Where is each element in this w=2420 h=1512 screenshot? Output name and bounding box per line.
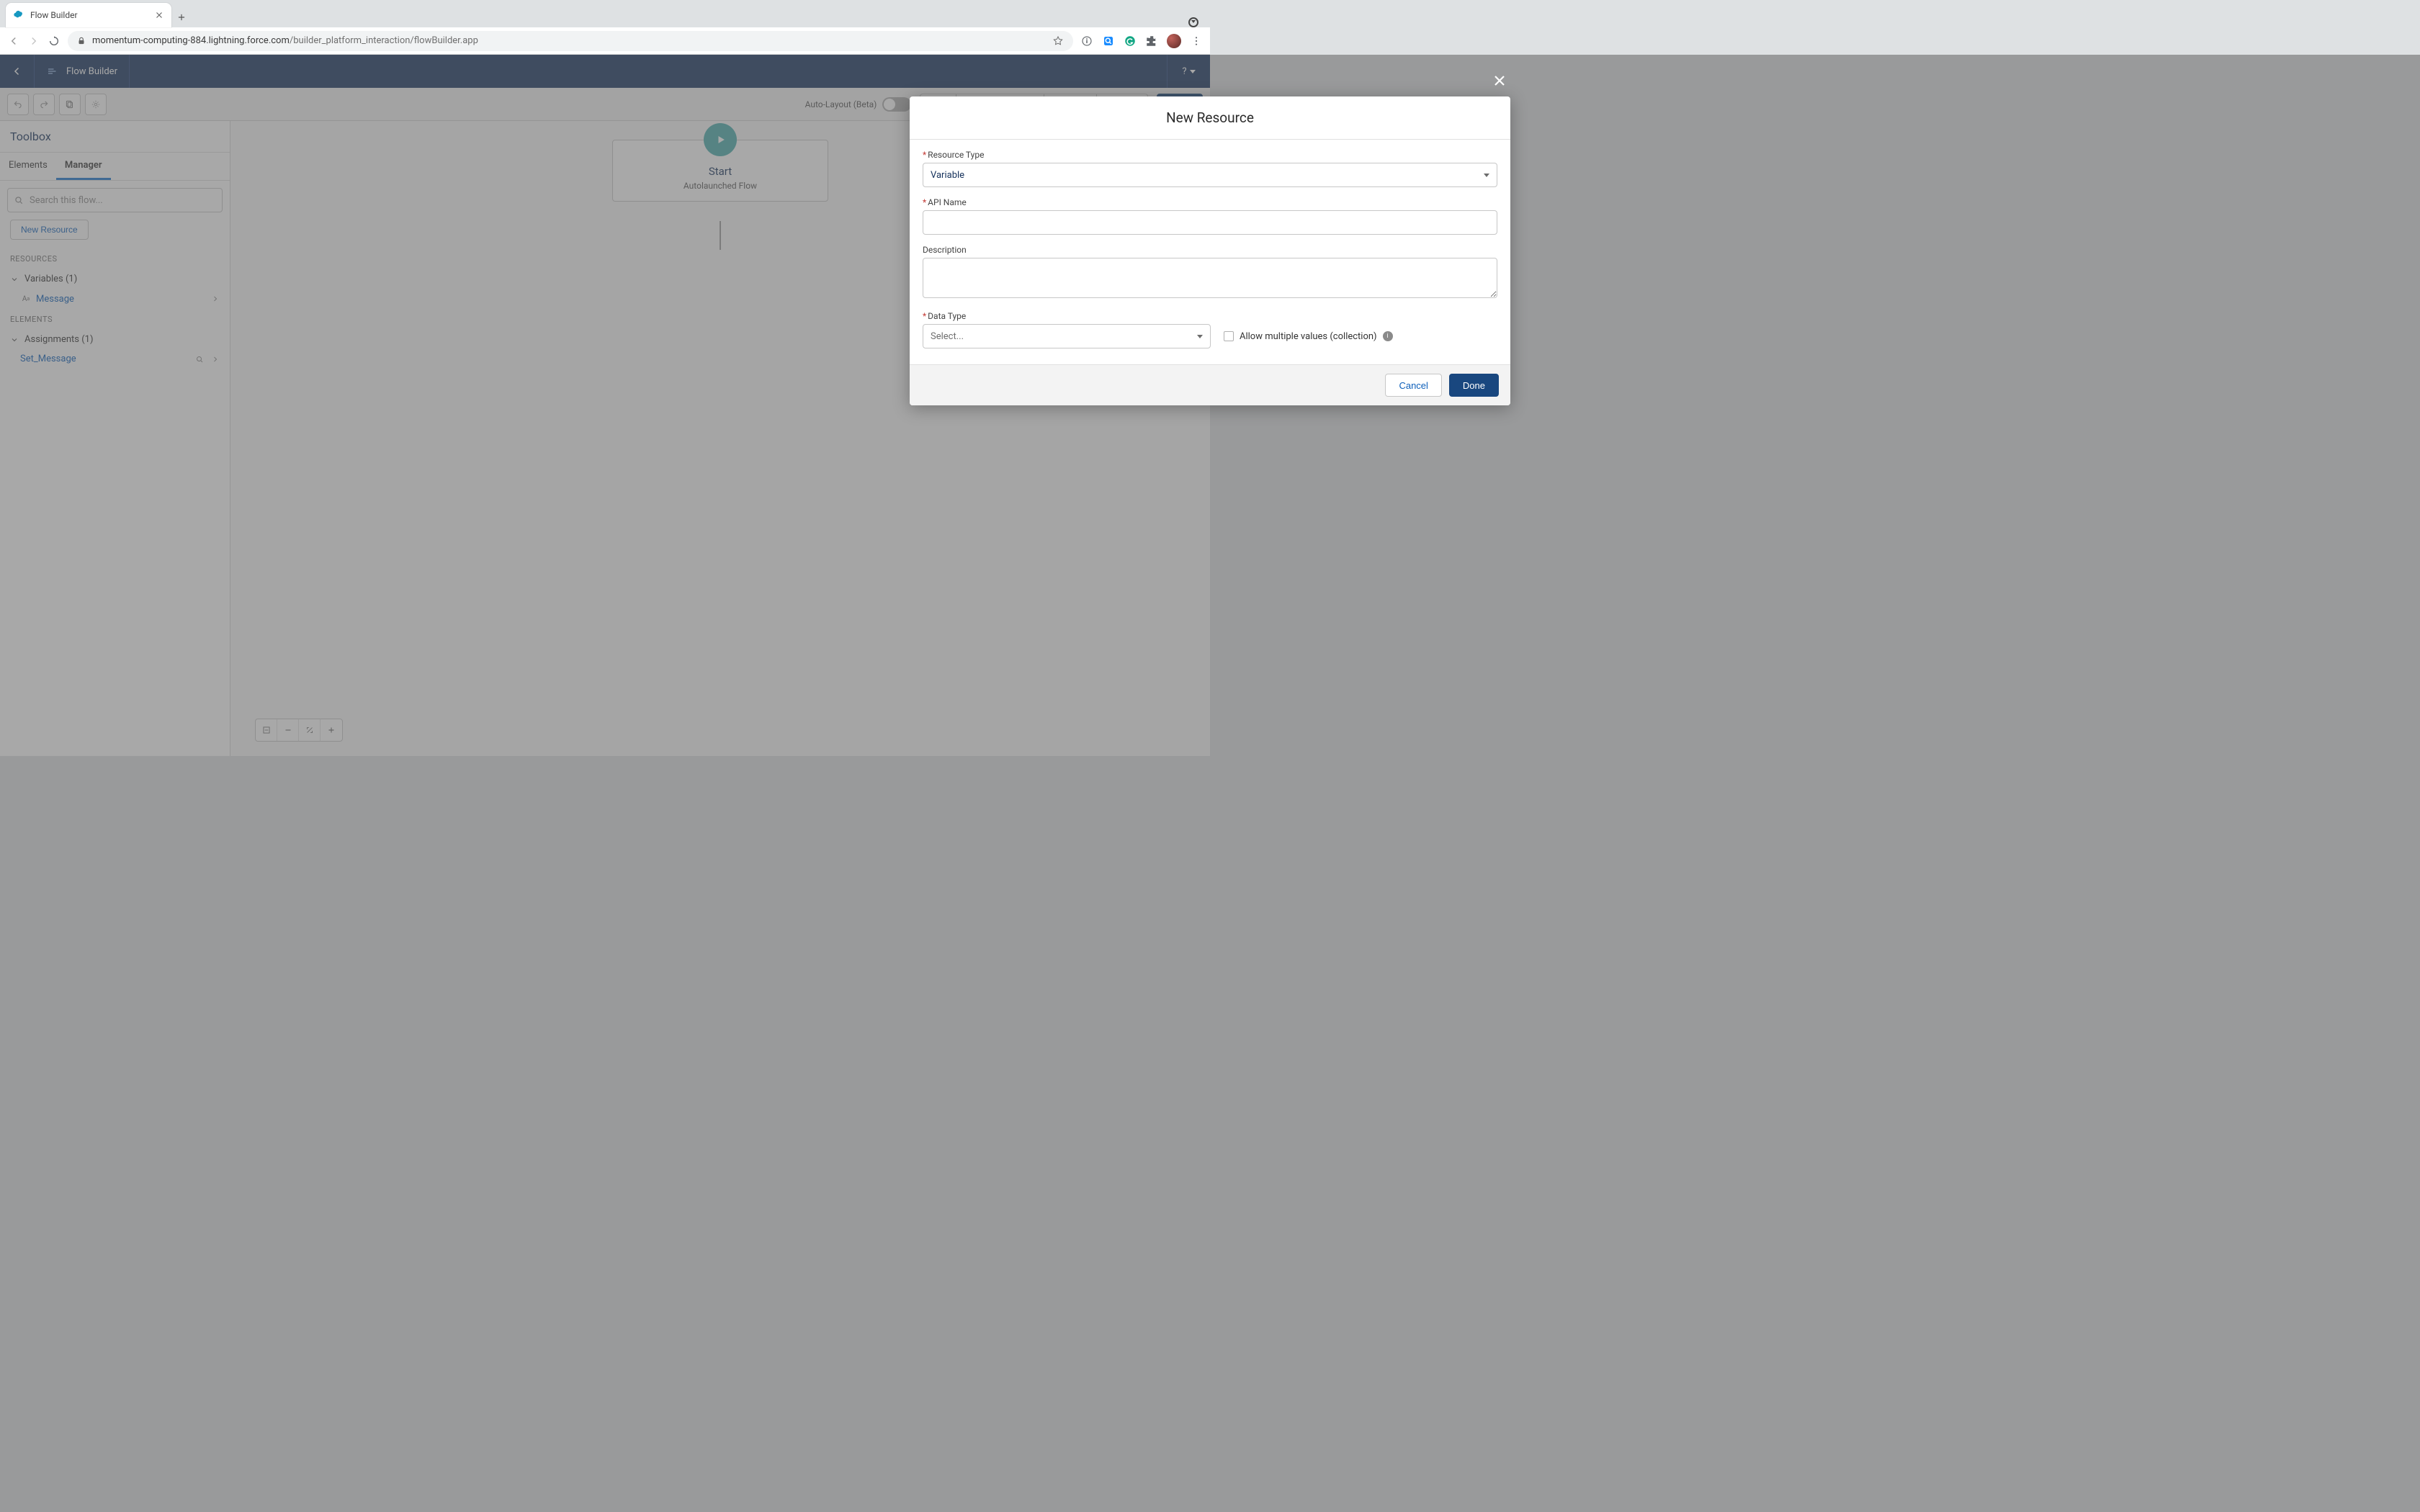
chevron-down-icon (1197, 335, 1203, 338)
browser-tab[interactable]: Flow Builder (6, 3, 171, 27)
browser-menu-icon[interactable] (1190, 35, 1203, 48)
close-tab-icon[interactable] (154, 10, 164, 20)
chevron-down-icon (1484, 174, 1489, 177)
nav-reload-icon[interactable] (48, 35, 60, 48)
browser-right-icons (1080, 34, 1203, 48)
modal-footer: Cancel Done (910, 364, 1510, 405)
browser-chrome: Flow Builder momentum-computing-884.ligh… (0, 0, 1210, 55)
extension-info-icon[interactable] (1080, 35, 1093, 48)
window-account-icon[interactable] (1188, 17, 1198, 27)
extension-grammarly-icon[interactable] (1124, 35, 1137, 48)
resource-type-label: *Resource Type (923, 150, 1497, 160)
nav-forward-icon[interactable] (27, 35, 40, 48)
extensions-puzzle-icon[interactable] (1145, 35, 1158, 48)
modal-wrap: New Resource *Resource Type Variable *AP… (0, 55, 2420, 1512)
extension-magnify-icon[interactable] (1102, 35, 1115, 48)
url-text: momentum-computing-884.lightning.force.c… (92, 35, 478, 46)
nav-back-icon[interactable] (7, 35, 20, 48)
api-name-label: *API Name (923, 197, 1497, 207)
address-row: momentum-computing-884.lightning.force.c… (0, 27, 1210, 55)
modal-title: New Resource (910, 96, 1510, 140)
description-textarea[interactable] (923, 258, 1497, 298)
profile-avatar[interactable] (1167, 34, 1181, 48)
data-type-select[interactable]: Select... (923, 324, 1211, 348)
new-tab-button[interactable] (171, 7, 192, 27)
modal-body: *Resource Type Variable *API Name Descri… (910, 140, 1510, 364)
resource-type-select[interactable]: Variable (923, 163, 1497, 187)
cloud-favicon-icon (13, 9, 24, 21)
tab-bar: Flow Builder (0, 0, 1210, 27)
data-type-label: *Data Type (923, 311, 1497, 321)
done-button[interactable]: Done (1449, 374, 1499, 397)
new-resource-modal: New Resource *Resource Type Variable *AP… (910, 96, 1510, 405)
cancel-button[interactable]: Cancel (1385, 374, 1441, 397)
star-icon[interactable] (1052, 35, 1065, 48)
modal-close-button[interactable] (1491, 72, 1511, 92)
lock-icon (76, 36, 86, 46)
checkbox-icon (1224, 331, 1234, 341)
allow-multiple-checkbox[interactable]: Allow multiple values (collection) i (1224, 331, 1393, 342)
description-label: Description (923, 245, 1497, 255)
address-bar[interactable]: momentum-computing-884.lightning.force.c… (68, 31, 1073, 51)
info-icon[interactable]: i (1383, 331, 1393, 341)
api-name-input[interactable] (923, 210, 1497, 235)
tab-title: Flow Builder (30, 10, 148, 20)
